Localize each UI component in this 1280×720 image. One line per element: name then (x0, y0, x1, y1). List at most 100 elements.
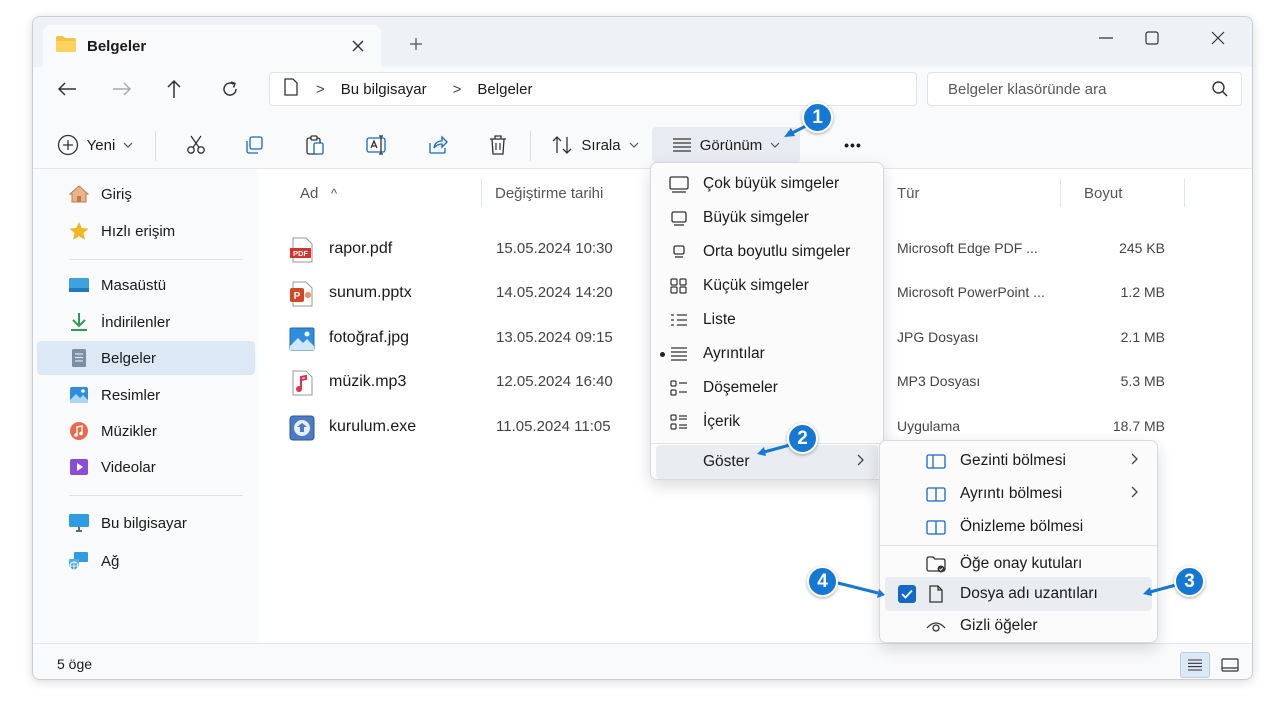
sidebar-item-downloads[interactable]: İndirilenler (37, 305, 255, 339)
menu-item-extra-large-icons[interactable]: Çok büyük simgeler (656, 167, 878, 201)
search-input[interactable]: Belgeler klasöründe ara (927, 72, 1242, 106)
sidebar-item-label: Masaüstü (101, 276, 167, 294)
up-arrow-icon[interactable] (157, 72, 191, 106)
details-pane-icon (926, 487, 946, 502)
more-options-button[interactable]: ••• (833, 127, 873, 163)
sidebar-item-documents[interactable]: Belgeler (37, 341, 255, 375)
menu-item-label: İçerik (703, 413, 741, 430)
delete-button[interactable] (480, 127, 516, 163)
column-header-type[interactable]: Tür (897, 185, 920, 202)
new-tab-icon[interactable] (401, 29, 431, 59)
chevron-down-icon (770, 142, 780, 148)
menu-item-label: Gezinti bölmesi (960, 452, 1066, 469)
file-type: MP3 Dosyası (897, 373, 981, 389)
grid-icon (670, 278, 687, 294)
rename-button[interactable] (359, 127, 395, 163)
menu-item-content[interactable]: İçerik (656, 405, 878, 439)
paste-button[interactable] (297, 127, 333, 163)
menu-item-preview-pane[interactable]: Önizleme bölmesi (885, 510, 1152, 544)
menu-item-file-name-extensions[interactable]: Dosya adı uzantıları (885, 577, 1152, 611)
view-button[interactable]: Görünüm (652, 127, 800, 163)
checkbox-checked-icon[interactable] (898, 585, 916, 603)
sidebar-item-this-pc[interactable]: Bu bilgisayar (37, 506, 255, 540)
toolbar-divider (530, 131, 531, 161)
cut-button[interactable] (178, 127, 214, 163)
menu-item-label: Ayrıntılar (703, 345, 765, 362)
documents-icon (67, 348, 91, 368)
menu-item-list[interactable]: Liste (656, 303, 878, 337)
show-submenu: Gezinti bölmesi Ayrıntı bölmesi Önizleme… (879, 440, 1158, 643)
chevron-right-icon (857, 454, 864, 466)
menu-item-large-icons[interactable]: Büyük simgeler (656, 201, 878, 235)
file-name: rapor.pdf (329, 240, 393, 257)
sidebar-item-home[interactable]: Giriş (37, 177, 255, 211)
navigation-pane: Giriş Hızlı erişim Masaüstü İndirilenler… (33, 169, 259, 643)
pptx-icon: P (289, 281, 315, 307)
pictures-icon (67, 385, 91, 405)
music-icon (67, 421, 91, 441)
tab-belgeler[interactable]: Belgeler (43, 25, 381, 67)
thumbnail-layout-button[interactable] (1215, 652, 1245, 678)
sidebar-item-pictures[interactable]: Resimler (37, 378, 255, 412)
details-layout-icon (1188, 659, 1202, 671)
file-date: 14.05.2024 14:20 (496, 284, 613, 301)
eye-icon (926, 622, 946, 632)
search-icon[interactable] (1211, 80, 1229, 102)
new-button[interactable]: Yeni (51, 127, 139, 163)
menu-item-navigation-pane[interactable]: Gezinti bölmesi (885, 444, 1152, 478)
sidebar-item-music[interactable]: Müzikler (37, 414, 255, 448)
maximize-icon[interactable] (1129, 21, 1175, 55)
menu-item-hidden-items[interactable]: Gizli öğeler (885, 609, 1152, 643)
minimize-icon[interactable] (1083, 21, 1129, 55)
sort-arrows-icon (552, 136, 572, 154)
column-header-date[interactable]: Değiştirme tarihi (495, 185, 603, 202)
desktop-icon (67, 275, 91, 295)
sidebar-divider (69, 259, 243, 260)
menu-item-label: Önizleme bölmesi (960, 518, 1084, 535)
column-header-name[interactable]: Ad (300, 185, 318, 202)
menu-item-label: Orta boyutlu simgeler (703, 243, 851, 260)
menu-item-details-pane[interactable]: Ayrıntı bölmesi (885, 477, 1152, 511)
menu-item-medium-icons[interactable]: Orta boyutlu simgeler (656, 235, 878, 269)
share-icon (429, 135, 448, 154)
sidebar-item-desktop[interactable]: Masaüstü (37, 268, 255, 302)
chevron-down-icon (123, 142, 133, 148)
share-button[interactable] (420, 127, 456, 163)
details-view-icon (671, 347, 687, 361)
address-bar[interactable]: > Bu bilgisayar > Belgeler (269, 72, 917, 106)
sidebar-item-quick-access[interactable]: Hızlı erişim (37, 214, 255, 248)
sidebar-divider (69, 495, 243, 496)
column-header-size[interactable]: Boyut (1084, 185, 1122, 202)
sidebar-item-videos[interactable]: Videolar (37, 450, 255, 484)
sort-button[interactable]: Sırala (547, 127, 643, 163)
details-layout-button[interactable] (1180, 652, 1210, 678)
sidebar-item-network[interactable]: Ağ (37, 544, 255, 578)
file-size: 245 KB (1119, 240, 1165, 256)
menu-item-item-checkboxes[interactable]: Öğe onay kutuları (885, 547, 1152, 581)
refresh-icon[interactable] (213, 72, 247, 106)
sidebar-item-label: Videolar (101, 458, 156, 476)
menu-item-small-icons[interactable]: Küçük simgeler (656, 269, 878, 303)
thumbnail-layout-icon (1221, 658, 1239, 672)
menu-divider (880, 545, 1157, 546)
copy-button[interactable] (236, 127, 272, 163)
menu-item-details[interactable]: Ayrıntılar (656, 337, 878, 371)
file-type: Microsoft PowerPoint ... (897, 284, 1045, 300)
breadcrumb-separator: > (316, 80, 325, 98)
image-icon (289, 326, 315, 352)
close-tab-icon[interactable] (343, 31, 373, 61)
breadcrumb-documents[interactable]: Belgeler (477, 81, 532, 98)
sidebar-item-label: İndirilenler (101, 313, 171, 331)
file-type: Uygulama (897, 418, 961, 434)
close-window-icon[interactable] (1195, 21, 1241, 55)
forward-arrow-icon[interactable] (105, 72, 139, 106)
back-arrow-icon[interactable] (50, 72, 84, 106)
file-date: 11.05.2024 11:05 (496, 418, 611, 435)
content-view-icon (670, 414, 687, 430)
menu-item-show[interactable]: Göster (656, 445, 878, 479)
sidebar-item-label: Bu bilgisayar (101, 514, 187, 532)
menu-item-tiles[interactable]: Döşemeler (656, 371, 878, 405)
breadcrumb-this-pc[interactable]: Bu bilgisayar (341, 81, 427, 98)
file-date: 13.05.2024 09:15 (496, 329, 613, 346)
details-view-icon (672, 138, 691, 152)
